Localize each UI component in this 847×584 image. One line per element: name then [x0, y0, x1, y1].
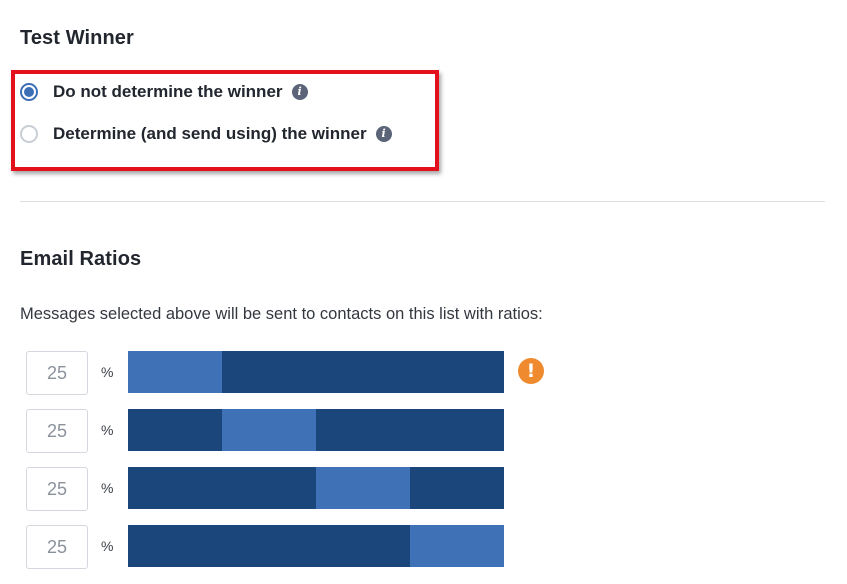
percent-sign: %: [101, 538, 114, 554]
ratio-bar: [128, 525, 504, 567]
ratio-bar: [128, 409, 504, 451]
radio-label-do-not-determine[interactable]: Do not determine the winner: [53, 82, 283, 102]
info-icon[interactable]: i: [375, 126, 392, 142]
email-ratios-description: Messages selected above will be sent to …: [20, 305, 543, 323]
email-ratios-title: Email Ratios: [20, 248, 142, 270]
radio-button-do-not-determine[interactable]: [20, 83, 38, 101]
ratio-bar-segment: [222, 409, 316, 451]
ratio-bar: [128, 467, 504, 509]
percent-sign: %: [101, 422, 114, 438]
radio-button-determine-winner[interactable]: [20, 125, 38, 143]
ratio-bar-segment: [316, 467, 410, 509]
warning-icon[interactable]: !: [518, 358, 544, 384]
test-winner-title: Test Winner: [20, 27, 134, 49]
percent-sign: %: [101, 480, 114, 496]
ratio-bar: [128, 351, 504, 393]
info-icon[interactable]: i: [291, 84, 308, 100]
ratio-input[interactable]: [26, 467, 88, 511]
radio-label-determine-winner[interactable]: Determine (and send using) the winner: [53, 124, 367, 144]
ratio-input[interactable]: [26, 409, 88, 453]
ratio-input[interactable]: [26, 351, 88, 395]
ratio-bar-segment: [410, 525, 504, 567]
radio-option-do-not-determine[interactable]: Do not determine the winner i: [20, 80, 308, 104]
section-divider: [20, 201, 825, 202]
radio-option-determine-winner[interactable]: Determine (and send using) the winner i: [20, 122, 392, 146]
ratio-bar-segment: [128, 351, 222, 393]
ratio-input[interactable]: [26, 525, 88, 569]
percent-sign: %: [101, 364, 114, 380]
